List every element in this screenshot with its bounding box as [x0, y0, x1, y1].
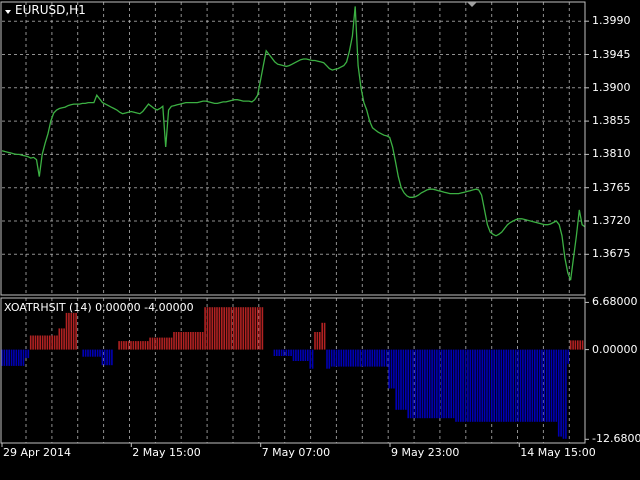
price-line-series: [1, 6, 586, 281]
scroll-marker-icon[interactable]: [467, 2, 477, 7]
price-axis-label: 1.3945: [592, 47, 631, 61]
price-axis-label: 1.3810: [592, 147, 631, 161]
price-axis-label: 1.3720: [592, 214, 631, 227]
price-axis-label: 1.3855: [592, 114, 631, 128]
price-axis-label: 1.3900: [592, 80, 631, 94]
main-pane-frame: [0, 1, 586, 296]
price-axis-label: 1.3990: [592, 14, 631, 28]
collapse-triangle-icon[interactable]: [5, 10, 11, 14]
indicator-axis-label: 0.00000: [592, 342, 638, 356]
indicator-histogram: [1, 307, 584, 439]
price-axis-label: 1.3675: [592, 247, 631, 261]
time-axis-label: 2 May 15:00: [132, 446, 201, 459]
symbol-label: EURUSD,H1: [15, 3, 86, 17]
indicator-axis-label: 6.68000: [592, 295, 638, 309]
time-axis-label: 29 Apr 2014: [3, 446, 72, 459]
time-axis-label: 14 May 15:00: [520, 446, 596, 459]
chart-canvas[interactable]: [0, 0, 640, 480]
time-axis-label: 9 May 23:00: [391, 446, 460, 459]
indicator-label: XOATRHSIT (14) 0.00000 -4.00000: [4, 301, 194, 314]
price-line: [1, 6, 586, 281]
grid-lines: [2, 2, 585, 443]
price-axis-label: 1.3765: [592, 180, 631, 194]
time-axis-label: 7 May 07:00: [261, 446, 331, 459]
indicator-axis-label: -12.6800: [592, 432, 640, 446]
